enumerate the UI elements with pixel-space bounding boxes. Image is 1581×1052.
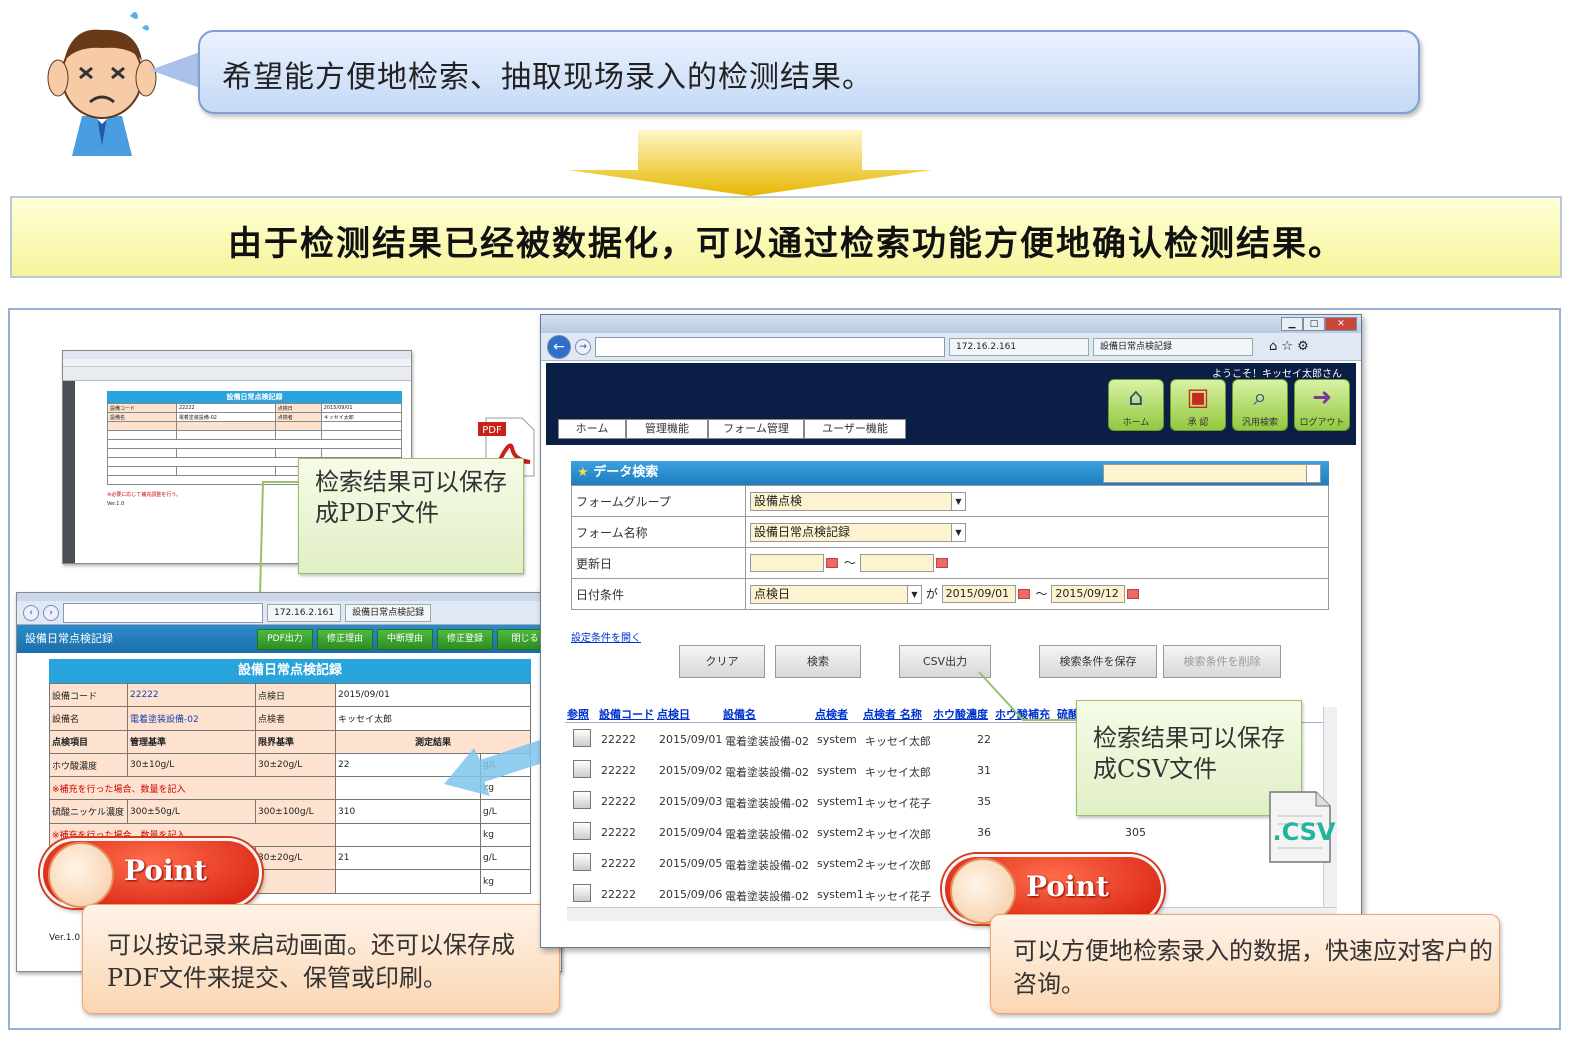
search-browser-window: ▁ □ ✕ ← → 172.16.2.161 設備日常点検記録 ⌂ ☆ ⚙ よう… bbox=[540, 314, 1362, 948]
delete-condition-button[interactable]: 検索条件を削除 bbox=[1163, 645, 1281, 678]
nav-admin[interactable]: 管理機能 bbox=[626, 419, 708, 439]
star-icon: ★ bbox=[577, 465, 589, 480]
approve-button[interactable]: ▣ 承 認 bbox=[1170, 379, 1226, 431]
left-app-header: 設備日常点検記録 PDF出力 修正理由 中断理由 修正登録 閉じる bbox=[17, 625, 561, 653]
calendar-icon[interactable] bbox=[1127, 589, 1140, 599]
logout-button[interactable]: ➜ ログアウト bbox=[1294, 379, 1350, 431]
back-icon[interactable]: ← bbox=[547, 334, 571, 359]
chevron-down-icon: ▼ bbox=[1306, 465, 1320, 482]
chevron-down-icon: ▼ bbox=[951, 492, 965, 510]
bubble-tail bbox=[150, 52, 200, 88]
date-to-input[interactable]: 2015/09/12 bbox=[1051, 585, 1126, 603]
main-tab-record[interactable]: 設備日常点検記録 bbox=[1093, 337, 1253, 356]
calendar-icon[interactable] bbox=[935, 558, 948, 569]
search-form-table: フォームグループ 設備点検 ▼ フォーム名称 設備日常点検記録 ▼ 更新日 ～ bbox=[571, 485, 1329, 610]
point-label-left: Point bbox=[124, 854, 207, 887]
search-button[interactable]: 検索 bbox=[775, 645, 861, 678]
chevron-down-icon: ▼ bbox=[951, 523, 965, 541]
pdf-toolbar bbox=[63, 367, 411, 381]
logout-icon: ➜ bbox=[1311, 383, 1333, 411]
forward-icon[interactable]: → bbox=[575, 338, 591, 355]
down-arrow-icon bbox=[568, 130, 932, 196]
left-address-bar: ‹ › 172.16.2.161 設備日常点検記録 bbox=[17, 601, 561, 625]
document-icon[interactable] bbox=[573, 791, 591, 809]
table-row[interactable]: 22222 2015/09/01 電着塗装設備-02 system キッセイ太郎… bbox=[565, 725, 1125, 756]
left-tab-address[interactable]: 172.16.2.161 bbox=[267, 603, 342, 622]
left-url-field[interactable] bbox=[63, 602, 263, 623]
window-close-icon[interactable]: ✕ bbox=[1325, 317, 1357, 331]
chevron-down-icon: ▼ bbox=[907, 585, 921, 603]
table-row[interactable]: 22222 2015/09/03 電着塗装設備-02 system1 キッセイ花… bbox=[565, 787, 1125, 818]
app-header: ようこそ！キッセイ太郎さん ホーム 管理機能 フォーム管理 ユーザー機能 ⌂ ホ… bbox=[546, 363, 1356, 445]
point-callout-left: 可以按记录来启动画面。还可以保存成PDF文件来提交、保管或印刷。 bbox=[82, 904, 560, 1014]
form-group-select[interactable]: 設備点検 ▼ bbox=[750, 491, 966, 511]
table-row[interactable]: 22222 2015/09/04 電着塗装設備-02 system2 キッセイ次… bbox=[565, 818, 1205, 849]
csv-icon-label: .CSV bbox=[1272, 818, 1335, 846]
pdf-doc-title: 設備日常点検記録 bbox=[107, 391, 402, 403]
pdf-save-text: 检索结果可以保存成PDF文件 bbox=[315, 468, 507, 527]
pdf-menubar bbox=[63, 359, 411, 367]
approve-icon: ▣ bbox=[1186, 383, 1210, 411]
pdf-titlebar bbox=[63, 351, 411, 359]
forward-icon[interactable]: › bbox=[43, 604, 59, 621]
left-version: Ver.1.0 bbox=[49, 933, 81, 943]
search-panel-header: ★ データ検索 ▼ bbox=[571, 461, 1329, 485]
minimize-icon[interactable]: ▁ bbox=[1281, 317, 1303, 331]
interruption-reason-button[interactable]: 中断理由 bbox=[377, 629, 433, 650]
house-icon: ⌂ bbox=[1128, 383, 1144, 411]
document-icon[interactable] bbox=[573, 729, 591, 747]
updated-to-input[interactable] bbox=[859, 554, 934, 573]
banner-text: 由于检测结果已经被数据化，可以通过检索功能方便地确认检测结果。 bbox=[228, 224, 1344, 264]
csv-callout-connector bbox=[978, 671, 1081, 721]
magnifier-icon: ⌕ bbox=[1253, 383, 1267, 411]
clear-button[interactable]: クリア bbox=[679, 645, 765, 678]
pdf-sidebar bbox=[63, 381, 75, 563]
calendar-icon[interactable] bbox=[826, 558, 838, 569]
calendar-icon[interactable] bbox=[1017, 589, 1030, 599]
pdf-icon-label: PDF bbox=[482, 425, 502, 436]
point-label-right: Point bbox=[1026, 870, 1109, 903]
pdf-save-callout: 检索结果可以保存成PDF文件 bbox=[298, 458, 524, 574]
back-icon[interactable]: ‹ bbox=[23, 604, 39, 621]
bubble-text: 希望能方便地检索、抽取现场录入的检测结果。 bbox=[222, 60, 873, 95]
csv-save-text: 检索结果可以保存成CSV文件 bbox=[1093, 724, 1285, 783]
home-star-gear-icons[interactable]: ⌂ ☆ ⚙ bbox=[1269, 339, 1309, 354]
main-address-bar: ← → 172.16.2.161 設備日常点検記録 ⌂ ☆ ⚙ bbox=[541, 333, 1361, 361]
point-callout-right: 可以方便地检索录入的数据，快速应对客户的咨询。 bbox=[990, 914, 1500, 1014]
left-app-title: 設備日常点検記録 bbox=[25, 632, 113, 645]
document-icon[interactable] bbox=[573, 760, 591, 778]
nav-form-management[interactable]: フォーム管理 bbox=[708, 419, 804, 439]
open-settings-link[interactable]: 設定条件を開く bbox=[571, 629, 641, 644]
point-text-right: 可以方便地检索录入的数据，快速应对客户的咨询。 bbox=[1013, 937, 1493, 998]
updated-from-input[interactable] bbox=[750, 554, 824, 573]
document-icon[interactable] bbox=[573, 884, 591, 902]
pointing-hand-icon bbox=[48, 842, 114, 908]
document-icon[interactable] bbox=[573, 822, 591, 840]
nav-home[interactable]: ホーム bbox=[558, 419, 626, 439]
table-row[interactable]: 22222 2015/09/02 電着塗装設備-02 system キッセイ太郎… bbox=[565, 756, 1125, 787]
date-condition-select[interactable]: 点検日 ▼ bbox=[750, 584, 922, 604]
date-from-input[interactable]: 2015/09/01 bbox=[941, 585, 1016, 603]
saved-condition-select[interactable]: ▼ bbox=[1103, 464, 1321, 483]
search-panel-title: データ検索 bbox=[593, 465, 659, 480]
maximize-icon[interactable]: □ bbox=[1303, 317, 1325, 331]
main-tab-address[interactable]: 172.16.2.161 bbox=[949, 337, 1089, 356]
left-tab-record[interactable]: 設備日常点検記録 bbox=[345, 603, 432, 622]
welcome-text: ようこそ！キッセイ太郎さん bbox=[1212, 369, 1342, 380]
main-url-field[interactable] bbox=[595, 336, 945, 357]
nav-user-functions[interactable]: ユーザー機能 bbox=[804, 419, 906, 439]
correction-save-button[interactable]: 修正登録 bbox=[437, 629, 493, 650]
home-button[interactable]: ⌂ ホーム bbox=[1108, 379, 1164, 431]
point-text-left: 可以按记录来启动画面。还可以保存成PDF文件来提交、保管或印刷。 bbox=[107, 931, 515, 992]
pdf-output-button[interactable]: PDF出力 bbox=[257, 629, 313, 650]
general-search-button[interactable]: ⌕ 汎用検索 bbox=[1232, 379, 1288, 431]
worried-person-illustration bbox=[47, 12, 157, 156]
csv-file-icon: .CSV bbox=[1269, 791, 1336, 863]
record-form-title: 設備日常点検記録 bbox=[49, 659, 531, 683]
document-icon[interactable] bbox=[573, 853, 591, 871]
main-titlebar: ▁ □ ✕ bbox=[541, 315, 1361, 333]
form-name-select[interactable]: 設備日常点検記録 ▼ bbox=[750, 522, 966, 542]
correction-reason-button[interactable]: 修正理由 bbox=[317, 629, 373, 650]
